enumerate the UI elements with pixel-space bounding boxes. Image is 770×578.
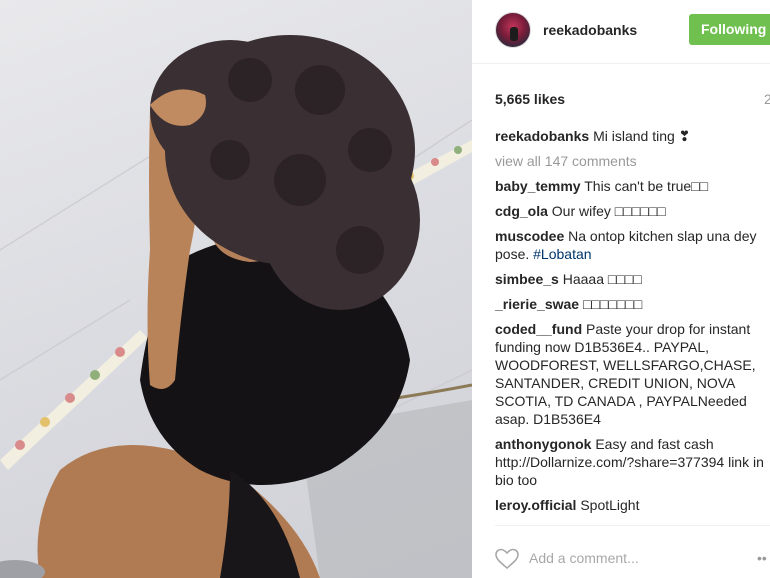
list-item: coded__fund Paste your drop for instant … — [495, 320, 770, 428]
add-comment-input[interactable]: Add a comment... — [529, 550, 639, 566]
comments-list: reekadobanks Mi island ting ❣ view all 1… — [495, 127, 770, 521]
comment-text: Haaaa □□□□ — [562, 271, 642, 287]
likes-count[interactable]: 5,665 likes — [495, 91, 565, 107]
comment-footer: Add a comment... •• — [495, 525, 770, 578]
caption-user[interactable]: reekadobanks — [495, 128, 589, 144]
comment-text: Our wifey □□□□□□ — [551, 203, 666, 219]
post-time[interactable]: 2 — [764, 91, 770, 107]
comment-user[interactable]: simbee_s — [495, 271, 559, 287]
profile-avatar[interactable] — [495, 12, 531, 48]
comment-user[interactable]: leroy.official — [495, 497, 576, 513]
caption-text: Mi island ting ❣ — [593, 128, 691, 144]
heart-icon[interactable] — [495, 548, 519, 570]
comment-user[interactable]: anthonygonok — [495, 436, 591, 452]
view-all-comments-link[interactable]: view all 147 comments — [495, 152, 770, 170]
more-options-icon[interactable]: •• — [757, 550, 767, 566]
comment-user[interactable]: cdg_ola — [495, 203, 548, 219]
hashtag-link[interactable]: #Lobatan — [533, 246, 591, 262]
list-item: baby_temmy This can't be true□□ — [495, 177, 770, 195]
comment-user[interactable]: muscodee — [495, 228, 564, 244]
list-item: anthonygonok Easy and fast cash http://D… — [495, 435, 770, 489]
comment-text: □□□□□□□ — [582, 296, 643, 312]
comment-user[interactable]: coded__fund — [495, 321, 582, 337]
caption: reekadobanks Mi island ting ❣ — [495, 127, 770, 145]
post-header: reekadobanks Following — [472, 0, 770, 64]
list-item: simbee_s Haaaa □□□□ — [495, 270, 770, 288]
post-photo[interactable] — [0, 0, 472, 578]
comment-text: SpotLight — [580, 497, 640, 513]
list-item: muscodee Na ontop kitchen slap una dey p… — [495, 227, 770, 263]
author-username[interactable]: reekadobanks — [543, 22, 637, 38]
comment-user[interactable]: baby_temmy — [495, 178, 581, 194]
comment-user[interactable]: _rierie_swae — [495, 296, 579, 312]
list-item: cdg_ola Our wifey □□□□□□ — [495, 202, 770, 220]
following-button[interactable]: Following — [689, 14, 770, 45]
list-item: leroy.official SpotLight — [495, 496, 770, 514]
comment-text: This can't be true□□ — [584, 178, 709, 194]
post-sidebar: reekadobanks Following 5,665 likes 2 ree… — [472, 0, 770, 578]
photo-illustration — [0, 35, 472, 578]
list-item: _rierie_swae □□□□□□□ — [495, 295, 770, 313]
